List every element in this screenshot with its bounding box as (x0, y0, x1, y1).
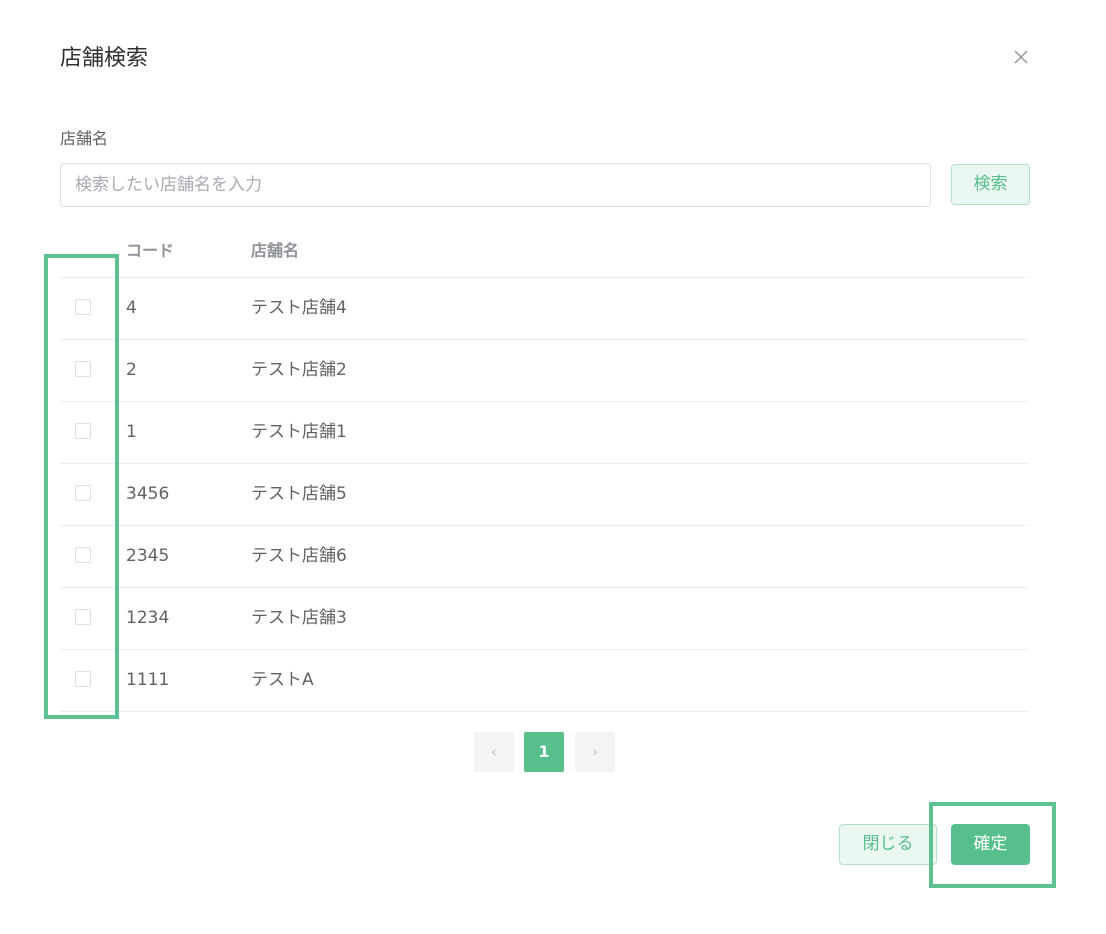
search-button[interactable]: 検索 (951, 164, 1030, 205)
pagination-page-1[interactable]: 1 (524, 732, 564, 772)
row-code: 3456 (126, 484, 170, 504)
table-row[interactable]: 2345 テスト店舗6 (60, 526, 1029, 588)
confirm-button[interactable]: 確定 (951, 824, 1030, 865)
row-code: 2345 (126, 546, 170, 566)
store-search-dialog: 店舗検索 店舗名 検索 コード 店舗名 4 テスト店舗4 2 テスト店舗2 1 … (0, 0, 1106, 934)
pagination-next-button[interactable]: › (575, 732, 615, 772)
row-store-name: テスト店舗5 (251, 484, 347, 504)
table-header: コード 店舗名 (60, 226, 1029, 278)
row-checkbox[interactable] (75, 299, 91, 315)
row-store-name: テスト店舗1 (251, 422, 347, 442)
row-code: 1234 (126, 608, 170, 628)
row-store-name: テスト店舗3 (251, 608, 347, 628)
row-checkbox[interactable] (75, 485, 91, 501)
store-name-label: 店舗名 (60, 129, 109, 148)
row-code: 4 (126, 298, 137, 318)
pagination-prev-button[interactable]: ‹ (474, 732, 514, 772)
row-checkbox[interactable] (75, 423, 91, 439)
column-header-code: コード (126, 241, 175, 260)
table-row[interactable]: 4 テスト店舗4 (60, 278, 1029, 340)
table-row[interactable]: 3456 テスト店舗5 (60, 464, 1029, 526)
table-row[interactable]: 1 テスト店舗1 (60, 402, 1029, 464)
row-code: 1111 (126, 670, 170, 690)
row-store-name: テスト店舗4 (251, 298, 347, 318)
row-checkbox[interactable] (75, 547, 91, 563)
row-checkbox[interactable] (75, 609, 91, 625)
row-store-name: テスト店舗2 (251, 360, 347, 380)
row-checkbox[interactable] (75, 361, 91, 377)
row-code: 1 (126, 422, 137, 442)
row-store-name: テスト店舗6 (251, 546, 347, 566)
column-header-store-name: 店舗名 (251, 241, 300, 260)
row-checkbox[interactable] (75, 671, 91, 687)
table-row[interactable]: 2 テスト店舗2 (60, 340, 1029, 402)
dialog-title: 店舗検索 (60, 46, 149, 71)
row-store-name: テストA (251, 670, 314, 690)
table-row[interactable]: 1111 テストA (60, 650, 1029, 712)
store-table: コード 店舗名 4 テスト店舗4 2 テスト店舗2 1 テスト店舗1 3456 … (60, 226, 1029, 712)
store-name-search-input[interactable] (60, 163, 931, 207)
row-code: 2 (126, 360, 137, 380)
close-button[interactable]: 閉じる (839, 824, 937, 865)
close-icon[interactable] (1010, 46, 1032, 68)
table-row[interactable]: 1234 テスト店舗3 (60, 588, 1029, 650)
